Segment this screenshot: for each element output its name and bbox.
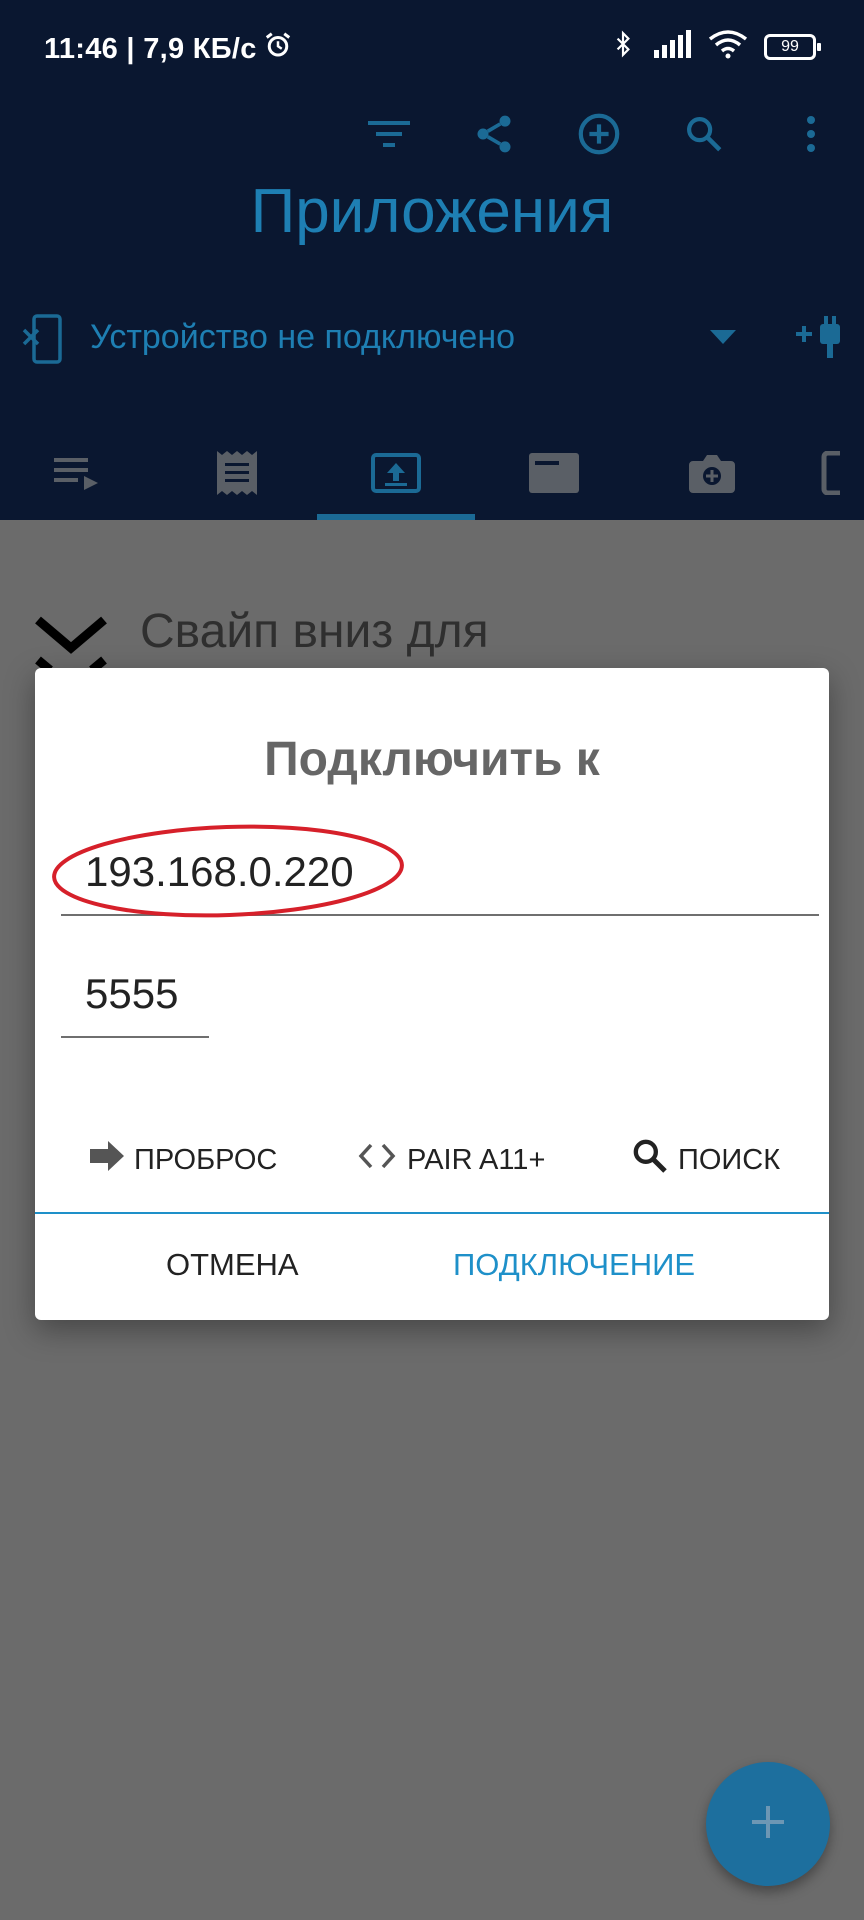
toolbar	[0, 104, 864, 164]
alarm-icon	[263, 30, 293, 68]
tab-card[interactable]	[504, 430, 604, 520]
page-title: Приложения	[250, 177, 614, 246]
playlist-icon	[54, 456, 100, 495]
status-time: 11:46 | 7,9 КБ/с	[44, 32, 257, 65]
search-label: ПОИСК	[678, 1143, 781, 1176]
more-vert-icon[interactable]	[781, 104, 841, 164]
device-status-text: Устройство не подключено	[90, 318, 516, 356]
receipt-icon	[217, 450, 257, 500]
tab-device[interactable]	[820, 430, 864, 520]
search-button[interactable]: ПОИСК	[630, 1130, 780, 1190]
share-icon[interactable]	[464, 104, 524, 164]
device-disconnected-icon	[22, 314, 66, 369]
tab-bar	[0, 430, 864, 520]
dialog-title: Подключить к	[264, 733, 600, 786]
add-fab[interactable]	[706, 1762, 830, 1886]
tab-upload[interactable]	[346, 430, 446, 520]
expand-more-icon	[34, 616, 108, 675]
dialog-actions: ПРОБРОС PAIR A11+ ПОИСК	[35, 1130, 829, 1190]
status-bar: 11:46 | 7,9 КБ/с 99	[0, 0, 864, 96]
app-header: 11:46 | 7,9 КБ/с 99 Приложения Устройств…	[0, 0, 864, 520]
arrow-right-icon	[90, 1139, 126, 1181]
ip-address-value: 193.168.0.220	[85, 848, 354, 895]
search-icon[interactable]	[674, 104, 734, 164]
status-left: 11:46 | 7,9 КБ/с	[44, 30, 293, 68]
swipe-hint-text: Свайп вниз для	[140, 605, 489, 658]
filter-icon[interactable]	[359, 104, 419, 164]
device-selector[interactable]: Устройство не подключено	[0, 300, 864, 380]
status-right: 99	[610, 28, 821, 65]
tab-camera[interactable]	[662, 430, 762, 520]
ip-address-field[interactable]: 193.168.0.220	[52, 824, 819, 918]
bluetooth-icon	[610, 28, 636, 65]
card-icon	[529, 452, 579, 498]
connect-button[interactable]: ПОДКЛЮЧЕНИЕ	[453, 1240, 695, 1290]
connect-dialog: Подключить к 193.168.0.220 5555 ПРОБРОС …	[35, 668, 829, 1320]
pair-button[interactable]: PAIR A11+	[355, 1130, 545, 1190]
signal-icon	[652, 30, 692, 63]
dialog-divider	[35, 1212, 829, 1214]
search-icon	[630, 1136, 670, 1184]
port-field[interactable]: 5555	[61, 964, 209, 1038]
upload-icon	[371, 452, 421, 498]
pair-label: PAIR A11+	[407, 1143, 546, 1176]
battery-indicator: 99	[764, 33, 821, 60]
camera-icon	[689, 453, 735, 498]
dropdown-arrow-icon[interactable]	[710, 330, 736, 349]
forward-button[interactable]: ПРОБРОС	[90, 1130, 277, 1190]
port-value: 5555	[85, 970, 179, 1017]
add-circle-icon[interactable]	[569, 104, 629, 164]
cancel-button[interactable]: ОТМЕНА	[166, 1240, 299, 1290]
forward-label: ПРОБРОС	[134, 1143, 278, 1176]
tab-playlist[interactable]	[27, 430, 127, 520]
wifi-icon	[708, 29, 748, 64]
code-brackets-icon	[355, 1141, 399, 1179]
plus-icon	[748, 1802, 788, 1847]
connect-plug-icon[interactable]	[794, 314, 844, 365]
tab-receipt[interactable]	[187, 430, 287, 520]
device-icon	[820, 450, 857, 500]
